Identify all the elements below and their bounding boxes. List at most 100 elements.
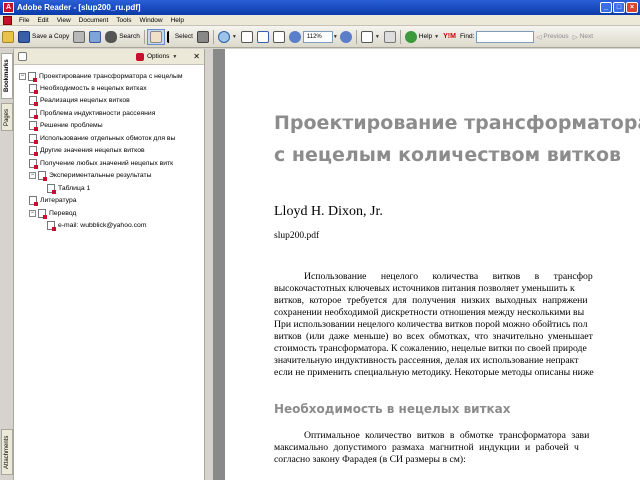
collapse-icon[interactable]: − bbox=[29, 209, 36, 217]
bookmark-item[interactable]: Проблема индуктивности рассеяния bbox=[29, 107, 201, 119]
bookmark-label: e-mail: wubblick@yahoo.com bbox=[58, 221, 147, 229]
bookmark-page-icon bbox=[38, 170, 47, 181]
snapshot-button[interactable] bbox=[195, 29, 211, 45]
bookmark-item[interactable]: Литература bbox=[29, 194, 201, 206]
toolbar: Save a Copy Search Select ▼ 112% ▼ ▼ Hel… bbox=[0, 26, 640, 48]
minimize-button[interactable]: _ bbox=[600, 2, 612, 13]
next-label: Next bbox=[579, 33, 594, 40]
bookmark-page-icon bbox=[29, 158, 38, 169]
bookmarks-panel: Options ▼ ✕ − Проектирование трансформато… bbox=[14, 49, 205, 480]
paragraph-line: высокочастотных ключевых источников пита… bbox=[274, 283, 575, 294]
fit-page-icon bbox=[256, 30, 269, 43]
floppy-disk-icon bbox=[18, 30, 30, 43]
menu-bar: File Edit View Document Tools Window Hel… bbox=[0, 15, 640, 26]
close-button[interactable]: × bbox=[626, 2, 638, 13]
bookmark-page-icon bbox=[29, 133, 38, 144]
collapse-icon[interactable]: − bbox=[19, 72, 26, 80]
chevron-down-icon: ▼ bbox=[374, 33, 380, 40]
title-bar: A Adobe Reader - [slup200_ru.pdf] _ □ × bbox=[0, 0, 640, 15]
maximize-button[interactable]: □ bbox=[613, 2, 625, 13]
zoom-level-input[interactable]: 112% bbox=[302, 30, 333, 43]
paragraph-line: витков (или даже меньше) во всех обмотка… bbox=[274, 331, 593, 342]
paragraph-line: сохранении необходимой дискретности отно… bbox=[274, 307, 585, 318]
zoom-out-button[interactable] bbox=[287, 29, 303, 45]
bookmark-page-icon bbox=[38, 208, 47, 219]
select-tool-button[interactable]: Select bbox=[165, 29, 195, 45]
actual-size-button[interactable] bbox=[239, 29, 255, 45]
zoom-in-button[interactable] bbox=[338, 29, 354, 45]
chevron-down-icon[interactable]: ▼ bbox=[172, 54, 177, 60]
find-next-button[interactable]: ▷ Next bbox=[571, 29, 595, 45]
paragraph-line: Оптимальное количество витков в обмотке … bbox=[304, 430, 590, 441]
bookmark-item[interactable]: Реализация нецелых витков bbox=[29, 94, 201, 106]
adobe-reader-icon: A bbox=[3, 2, 14, 13]
open-button[interactable] bbox=[0, 29, 16, 45]
chevron-down-icon: ▼ bbox=[434, 33, 440, 40]
bookmark-page-icon bbox=[29, 120, 38, 131]
paragraph-line: При использовании нецелого количества ви… bbox=[274, 319, 588, 330]
menu-file[interactable]: File bbox=[15, 17, 33, 24]
rotate-page-icon bbox=[360, 30, 373, 43]
bookmark-item[interactable]: Использование отдельных обмоток для вы bbox=[29, 132, 201, 144]
bookmark-item[interactable]: − Перевод bbox=[29, 207, 201, 219]
hand-tool-button[interactable] bbox=[146, 28, 165, 45]
menu-help[interactable]: Help bbox=[167, 17, 188, 24]
menu-document[interactable]: Document bbox=[75, 17, 113, 24]
close-panel-icon[interactable]: ✕ bbox=[193, 52, 200, 61]
options-button[interactable]: Options bbox=[147, 53, 169, 60]
tab-attachments[interactable]: Attachments bbox=[1, 429, 13, 475]
menu-window[interactable]: Window bbox=[135, 17, 166, 24]
menu-tools[interactable]: Tools bbox=[112, 17, 135, 24]
tab-bookmarks[interactable]: Bookmarks bbox=[1, 53, 13, 99]
bookmark-page-icon bbox=[47, 220, 56, 231]
document-icon[interactable] bbox=[3, 15, 12, 25]
document-title-line-1: Проектирование трансформатора bbox=[274, 112, 640, 134]
document-view[interactable]: Проектирование трансформатора с нецелым … bbox=[213, 49, 640, 480]
search-button[interactable]: Search bbox=[103, 29, 142, 45]
tab-pages[interactable]: Pages bbox=[1, 103, 13, 131]
paragraph-line: если не применить специальную методику. … bbox=[274, 367, 594, 378]
bookmark-item[interactable]: − Экспериментальные результаты bbox=[29, 169, 201, 181]
bookmark-page-icon bbox=[29, 195, 38, 206]
fit-width-icon bbox=[272, 30, 285, 43]
bookmark-label: Литература bbox=[40, 196, 77, 204]
bookmark-label: Другие значения нецелых витков bbox=[40, 146, 145, 154]
find-input[interactable] bbox=[476, 30, 535, 43]
rotate-button[interactable]: ▼ bbox=[359, 29, 382, 45]
bookmark-item[interactable]: − Проектирование трансформатора с нецелым bbox=[19, 70, 201, 82]
yahoo-button[interactable]: Y!M bbox=[441, 29, 458, 45]
minus-circle-icon bbox=[288, 30, 301, 43]
bookmark-item[interactable]: e-mail: wubblick@yahoo.com bbox=[47, 219, 201, 231]
plus-circle-icon bbox=[339, 30, 352, 43]
paragraph-line: стоимость трансформатора. К сожалению, н… bbox=[274, 343, 587, 354]
panel-splitter[interactable] bbox=[205, 49, 213, 480]
document-author: Lloyd H. Dixon, Jr. bbox=[274, 204, 383, 219]
document-title-line-2: с нецелым количеством витков bbox=[274, 144, 622, 166]
email-button[interactable] bbox=[87, 29, 103, 45]
help-button[interactable]: Help ▼ bbox=[403, 29, 441, 45]
open-folder-icon bbox=[2, 30, 14, 43]
collapse-icon[interactable]: − bbox=[29, 171, 36, 179]
tasks-button[interactable] bbox=[382, 29, 398, 45]
zoom-tool-button[interactable]: ▼ bbox=[216, 29, 239, 45]
menu-edit[interactable]: Edit bbox=[33, 17, 52, 24]
menu-view[interactable]: View bbox=[53, 17, 75, 24]
binoculars-icon bbox=[105, 30, 118, 43]
print-button[interactable] bbox=[71, 29, 87, 45]
bookmark-item[interactable]: Решение проблемы bbox=[29, 119, 201, 131]
fit-page-button[interactable] bbox=[255, 29, 271, 45]
bookmark-item[interactable]: Другие значения нецелых витков bbox=[29, 144, 201, 156]
options-icon bbox=[135, 52, 144, 61]
bookmark-item[interactable]: Необходимость в нецелых витках bbox=[29, 82, 201, 94]
bookmark-icon[interactable] bbox=[18, 52, 27, 61]
bookmark-item[interactable]: Таблица 1 bbox=[47, 182, 201, 194]
bookmark-item[interactable]: Получение любых значений нецелых витк bbox=[29, 157, 201, 169]
paragraph-line: Использование нецелого количества витков… bbox=[304, 271, 593, 282]
bookmark-page-icon bbox=[28, 71, 37, 82]
find-previous-button[interactable]: ◁ Previous bbox=[534, 29, 570, 45]
previous-arrow-icon: ◁ bbox=[536, 33, 542, 41]
paragraph-line: витков, которое требуется для получения … bbox=[274, 295, 588, 306]
save-copy-button[interactable]: Save a Copy bbox=[16, 29, 71, 45]
fit-width-button[interactable] bbox=[271, 29, 287, 45]
navigation-tabs: Bookmarks Pages Attachments bbox=[0, 49, 14, 480]
